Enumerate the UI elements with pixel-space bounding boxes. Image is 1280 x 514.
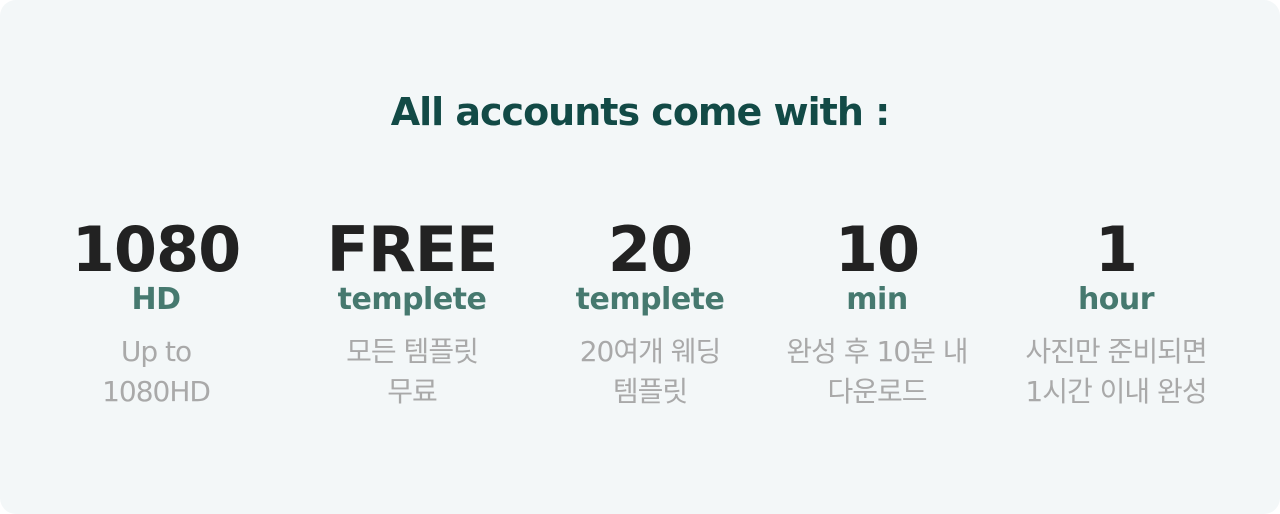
feature-unit: HD	[131, 282, 181, 317]
feature-description-line: 1080HD	[102, 375, 211, 408]
feature-description-line: 모든 템플릿	[346, 335, 479, 368]
feature-template-count: 20 templete 20여개 웨딩 템플릿	[530, 214, 770, 412]
feature-unit: hour	[1077, 282, 1155, 317]
section-heading: All accounts come with :	[390, 90, 891, 134]
feature-description-line: Up to	[120, 335, 192, 368]
feature-value: 1080	[71, 213, 242, 286]
feature-description-line: 템플릿	[612, 375, 688, 408]
feature-description: 사진만 준비되면 1시간 이내 완성	[996, 332, 1236, 412]
feature-completion-time: 1 hour 사진만 준비되면 1시간 이내 완성	[996, 214, 1236, 412]
features-card: All accounts come with : 1080 HD Up to 1…	[0, 0, 1280, 514]
feature-unit: templete	[337, 282, 487, 317]
feature-value: 1	[1094, 213, 1138, 286]
feature-description: Up to 1080HD	[36, 332, 276, 412]
feature-unit: min	[846, 282, 908, 317]
feature-description: 모든 템플릿 무료	[292, 332, 532, 412]
feature-description: 완성 후 10분 내 다운로드	[757, 332, 997, 412]
feature-description-line: 사진만 준비되면	[1025, 335, 1207, 368]
feature-description-line: 다운로드	[827, 375, 927, 408]
feature-description-line: 무료	[387, 375, 438, 408]
feature-value: FREE	[326, 213, 499, 286]
feature-resolution: 1080 HD Up to 1080HD	[36, 214, 276, 412]
feature-value: 20	[607, 213, 693, 286]
feature-description-line: 20여개 웨딩	[579, 335, 722, 368]
feature-description-line: 1시간 이내 완성	[1025, 375, 1207, 408]
feature-free-templates: FREE templete 모든 템플릿 무료	[292, 214, 532, 412]
feature-description-line: 완성 후 10분 내	[786, 335, 968, 368]
feature-download-time: 10 min 완성 후 10분 내 다운로드	[757, 214, 997, 412]
feature-value: 10	[834, 213, 920, 286]
feature-unit: templete	[575, 282, 725, 317]
feature-description: 20여개 웨딩 템플릿	[530, 332, 770, 412]
